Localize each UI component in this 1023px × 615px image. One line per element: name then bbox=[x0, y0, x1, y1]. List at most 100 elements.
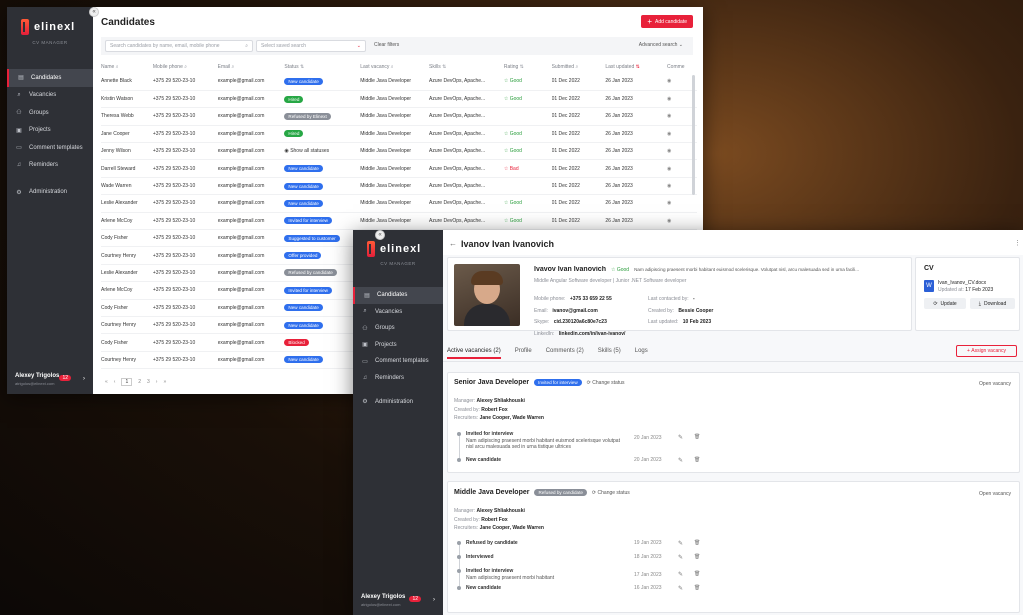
cv-download-button[interactable]: ⤓ Download bbox=[970, 298, 1015, 309]
table-row[interactable]: Kristin Watson +375 29 520-23-10 example@g… bbox=[101, 90, 697, 109]
status-badge[interactable]: New candidate bbox=[284, 199, 323, 207]
tab-skills[interactable]: Skills (5) bbox=[598, 348, 621, 359]
cv-update-button[interactable]: ⟳ Update bbox=[924, 298, 966, 309]
status-badge[interactable]: Hired bbox=[284, 95, 304, 103]
collapse-sidebar-button[interactable]: « bbox=[375, 230, 385, 240]
edit-icon[interactable]: ✎ bbox=[678, 434, 683, 441]
sidebar-item-vacancies[interactable]: ⌕ Vacancies bbox=[353, 304, 443, 321]
status-badge[interactable]: Refused by Elinext bbox=[284, 112, 331, 120]
page-button[interactable]: » bbox=[163, 379, 166, 385]
status-badge[interactable]: New candidate bbox=[284, 165, 323, 173]
table-row[interactable]: Annette Black +375 29 520-23-10 example@gm… bbox=[101, 73, 697, 91]
table-row[interactable]: Wade Warren +375 29 520-23-10 example@gmai… bbox=[101, 177, 697, 196]
add-candidate-button[interactable]: + Add candidate bbox=[641, 15, 693, 28]
status-badge[interactable]: New candidate bbox=[284, 356, 323, 364]
column-header[interactable]: Rating ⇅ bbox=[504, 61, 552, 73]
open-vacancy-link[interactable]: Open vacancy bbox=[979, 491, 1011, 497]
status-cell: Blocked bbox=[284, 333, 361, 352]
page-button[interactable]: 2 bbox=[138, 379, 141, 385]
user-profile[interactable]: Alexey Trigolos atrigolos@elinext.com 12… bbox=[15, 373, 85, 386]
column-header[interactable]: Last updated ⇅ bbox=[605, 61, 667, 73]
table-row[interactable]: Jane Cooper +375 29 520-23-10 example@gmai… bbox=[101, 125, 697, 144]
tab-logs[interactable]: Logs bbox=[635, 348, 648, 359]
edit-icon[interactable]: ✎ bbox=[678, 540, 683, 547]
change-status-button[interactable]: ⟳ Change status bbox=[592, 490, 630, 496]
search-input[interactable]: Search candidates by name, email, mobile… bbox=[105, 40, 253, 52]
edit-icon[interactable]: ✎ bbox=[678, 585, 683, 592]
clear-filters-button[interactable]: Clear filters bbox=[374, 42, 399, 48]
rating-label: Good bbox=[509, 96, 522, 103]
sidebar-item-candidates[interactable]: ▤ Candidates bbox=[7, 69, 93, 87]
sidebar-item-candidates[interactable]: ▤ Candidates bbox=[353, 287, 443, 304]
tab-active[interactable]: Active vacancies (2) bbox=[447, 348, 501, 359]
status-badge[interactable]: Refused by candidate bbox=[284, 269, 337, 277]
tab-comments[interactable]: Comments (2) bbox=[546, 348, 584, 359]
status-badge[interactable]: New candidate bbox=[284, 182, 323, 190]
change-status-button[interactable]: ⟳ Change status bbox=[587, 380, 625, 386]
status-badge[interactable]: New candidate bbox=[284, 77, 323, 85]
page-button[interactable]: « bbox=[105, 379, 108, 385]
trash-icon[interactable]: 🗑 bbox=[694, 585, 700, 591]
advanced-search-button[interactable]: Advanced search ⌄ bbox=[639, 42, 683, 48]
trash-icon[interactable]: 🗑 bbox=[694, 457, 700, 463]
cv-filename[interactable]: Ivan_Ivanov_CV.docx bbox=[938, 280, 986, 286]
manager-label: Manager: bbox=[454, 398, 476, 404]
sidebar-item-groups[interactable]: ⚇ Groups bbox=[353, 320, 443, 337]
sidebar-item-administration[interactable]: ⚙ Administration bbox=[353, 394, 443, 409]
saved-search-select[interactable]: Select saved search ⌄ bbox=[256, 40, 366, 52]
trash-icon[interactable]: 🗑 bbox=[694, 554, 700, 560]
show-all-statuses-link[interactable]: Show all statuses bbox=[290, 148, 329, 154]
comments-cell[interactable]: ◉ bbox=[667, 194, 697, 213]
more-icon[interactable]: ⋮ bbox=[1014, 239, 1021, 247]
column-header[interactable]: Name ⌕ bbox=[101, 61, 153, 73]
column-header[interactable]: Last vacancy ⌕ bbox=[360, 61, 429, 73]
table-row[interactable]: Darrell Steward +375 29 520-23-10 example@… bbox=[101, 159, 697, 178]
assign-vacancy-button[interactable]: + Assign vacancy bbox=[956, 345, 1017, 357]
trash-icon[interactable]: 🗑 bbox=[694, 434, 700, 440]
comments-cell[interactable]: ◉ bbox=[667, 212, 697, 231]
edit-icon[interactable]: ✎ bbox=[678, 571, 683, 578]
back-arrow-icon[interactable]: ← bbox=[449, 239, 457, 248]
sidebar-item-projects[interactable]: ▣ Projects bbox=[353, 337, 443, 354]
sidebar-item-projects[interactable]: ▣ Projects bbox=[7, 122, 93, 140]
status-badge[interactable]: New candidate bbox=[284, 304, 323, 312]
table-row[interactable]: Arlene McCoy +375 29 520-23-10 example@gma… bbox=[101, 212, 697, 231]
candidate-summary: Nam adipiscing praesent morbi habitant e… bbox=[634, 267, 860, 272]
column-header[interactable]: Email ⌕ bbox=[218, 61, 285, 73]
sidebar-item-administration[interactable]: ⚙ Administration bbox=[7, 185, 93, 199]
column-header[interactable]: Mobile phone ⌕ bbox=[153, 61, 218, 73]
user-profile[interactable]: Alexey Trigolos atrigolos@elinext.com 12… bbox=[361, 594, 435, 607]
page-button[interactable]: 3 bbox=[147, 379, 150, 385]
sidebar-item-groups[interactable]: ⚇ Groups bbox=[7, 104, 93, 122]
status-badge[interactable]: New candidate bbox=[284, 321, 323, 329]
column-header[interactable]: Comme bbox=[667, 61, 697, 73]
page-button[interactable]: 1 bbox=[121, 378, 133, 386]
status-badge[interactable]: Suggested to customer bbox=[284, 234, 340, 242]
sidebar-item-vacancies[interactable]: ⌕ Vacancies bbox=[7, 87, 93, 105]
tab-profile[interactable]: Profile bbox=[515, 348, 532, 359]
column-header[interactable]: Status ⇅ bbox=[284, 61, 360, 73]
column-header[interactable]: Skills ⇅ bbox=[429, 61, 504, 73]
sidebar-item-comment-templates[interactable]: ▭ Comment templates bbox=[7, 139, 93, 157]
column-header[interactable]: Submitted ⌕ bbox=[552, 61, 606, 73]
table-row[interactable]: Theresa Webb +375 29 520-23-10 example@gma… bbox=[101, 107, 697, 126]
status-badge[interactable]: Offer provided bbox=[284, 252, 322, 260]
linkedin-link[interactable]: linkedin.com/in/ivan-ivanov/ bbox=[559, 331, 626, 337]
status-badge[interactable]: Invited for interview bbox=[284, 217, 332, 225]
sidebar-item-comment-templates[interactable]: ▭ Comment templates bbox=[353, 353, 443, 370]
open-vacancy-link[interactable]: Open vacancy bbox=[979, 381, 1011, 387]
page-button[interactable]: ‹ bbox=[114, 379, 116, 385]
page-button[interactable]: › bbox=[156, 379, 158, 385]
trash-icon[interactable]: 🗑 bbox=[694, 571, 700, 577]
table-row[interactable]: Jenny Wilson +375 29 520-23-10 example@gma… bbox=[101, 142, 697, 161]
status-badge[interactable]: Blocked bbox=[284, 339, 309, 347]
status-badge[interactable]: Hired bbox=[284, 130, 304, 138]
sidebar-item-reminders[interactable]: ♫ Reminders bbox=[353, 370, 443, 387]
table-row[interactable]: Leslie Alexander +375 29 520-23-10 example… bbox=[101, 194, 697, 213]
trash-icon[interactable]: 🗑 bbox=[694, 540, 700, 546]
table-scrollbar[interactable] bbox=[692, 75, 695, 195]
sidebar-item-reminders[interactable]: ♫ Reminders bbox=[7, 157, 93, 175]
edit-icon[interactable]: ✎ bbox=[678, 554, 683, 561]
status-badge[interactable]: Invited for interview bbox=[284, 286, 332, 294]
edit-icon[interactable]: ✎ bbox=[678, 457, 683, 464]
